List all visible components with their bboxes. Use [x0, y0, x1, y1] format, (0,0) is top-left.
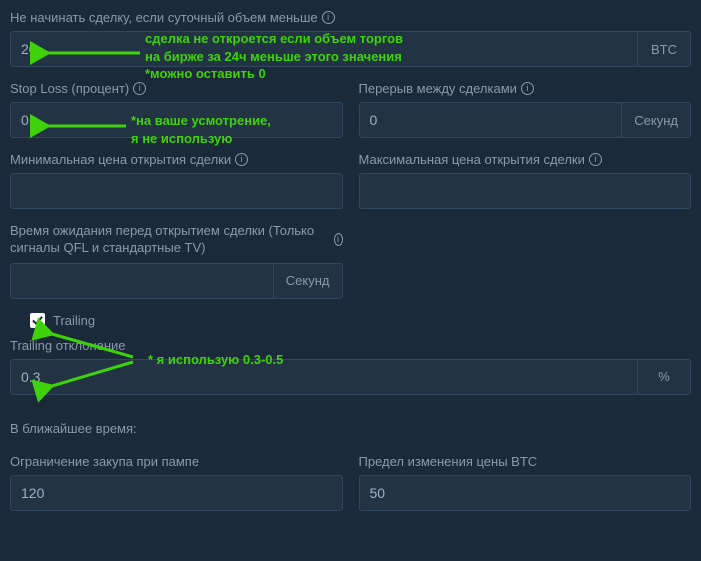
min-open-price-input[interactable]	[10, 173, 343, 209]
daily-volume-label: Не начинать сделку, если суточный объем …	[10, 10, 691, 25]
wait-time-input[interactable]	[10, 263, 273, 299]
info-icon[interactable]: i	[322, 11, 335, 24]
stop-loss-label: Stop Loss (процент) i	[10, 81, 343, 96]
trailing-checkbox[interactable]	[30, 313, 45, 328]
pump-limit-label: Ограничение закупа при пампе	[10, 454, 343, 469]
max-open-price-label: Максимальная цена открытия сделки i	[359, 152, 692, 167]
cooldown-unit: Секунд	[621, 102, 691, 138]
cooldown-label: Перерыв между сделками i	[359, 81, 692, 96]
info-icon[interactable]: i	[235, 153, 248, 166]
btc-change-limit-input[interactable]	[359, 475, 692, 511]
trailing-deviation-unit: %	[637, 359, 691, 395]
pump-limit-input[interactable]	[10, 475, 343, 511]
max-open-price-input[interactable]	[359, 173, 692, 209]
info-icon[interactable]: i	[133, 82, 146, 95]
daily-volume-unit: BTC	[637, 31, 691, 67]
trailing-deviation-label: Trailing отклонение	[10, 338, 691, 353]
trailing-deviation-input[interactable]	[10, 359, 637, 395]
info-icon[interactable]: i	[334, 233, 343, 246]
btc-change-limit-label: Предел изменения цены BTC	[359, 454, 692, 469]
wait-time-label: Время ожидания перед открытием сделки (Т…	[10, 223, 343, 257]
daily-volume-input[interactable]	[10, 31, 637, 67]
info-icon[interactable]: i	[521, 82, 534, 95]
coming-soon-heading: В ближайшее время:	[10, 421, 691, 436]
trailing-checkbox-label: Trailing	[53, 313, 95, 328]
info-icon[interactable]: i	[589, 153, 602, 166]
cooldown-input[interactable]	[359, 102, 622, 138]
wait-time-unit: Секунд	[273, 263, 343, 299]
min-open-price-label: Минимальная цена открытия сделки i	[10, 152, 343, 167]
stop-loss-input[interactable]	[10, 102, 343, 138]
